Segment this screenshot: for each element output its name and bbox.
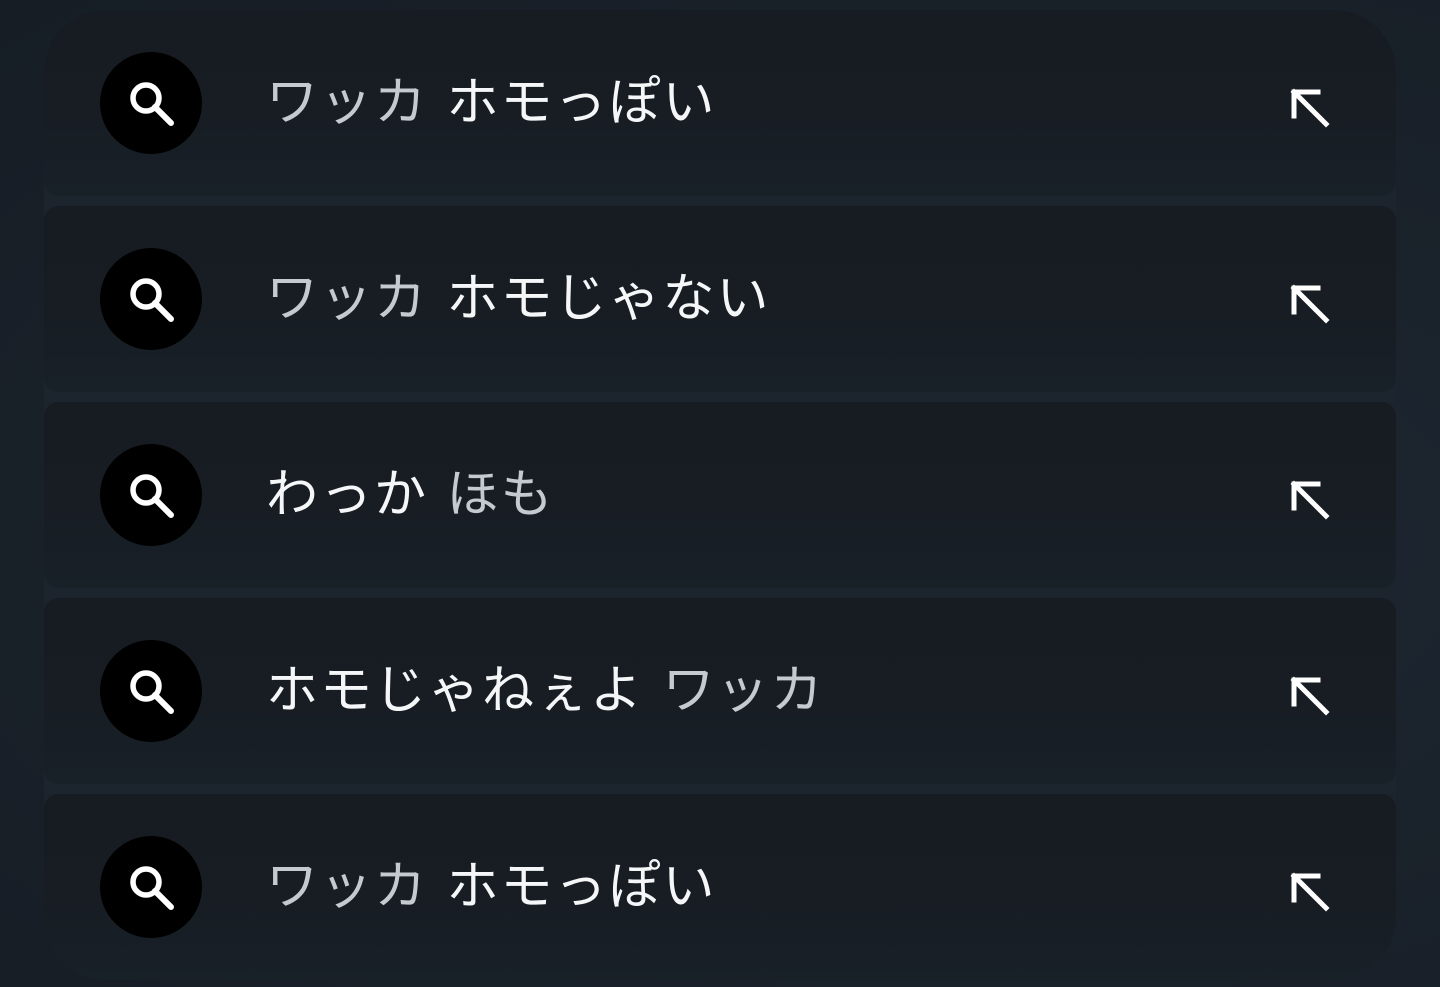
suggestion-row[interactable]: ホモじゃねぇよ ワッカ xyxy=(44,598,1396,784)
suggestion-row[interactable]: ワッカ ホモっぽい xyxy=(44,794,1396,980)
typed-query: ワッカ xyxy=(266,269,429,329)
suggested-completion: ホモっぽい xyxy=(446,857,717,917)
arrow-up-left-icon[interactable] xyxy=(1280,666,1336,722)
arrow-up-left-icon[interactable] xyxy=(1280,78,1336,134)
search-icon xyxy=(100,248,202,350)
suggestion-row[interactable]: ワッカ ホモっぽい xyxy=(44,10,1396,196)
search-icon xyxy=(100,52,202,154)
suggestion-text: ホモじゃねぇよ ワッカ xyxy=(266,656,825,726)
typed-query: ほも xyxy=(446,465,555,525)
search-icon xyxy=(100,444,202,546)
suggested-completion: ホモじゃねぇよ xyxy=(266,661,645,721)
search-suggestions-panel: ワッカ ホモっぽい ワッカ ホモじゃない わっか ほも ホモじゃねぇよ ワッカ … xyxy=(44,10,1396,980)
search-icon xyxy=(100,640,202,742)
arrow-up-left-icon[interactable] xyxy=(1280,274,1336,330)
suggestion-text: ワッカ ホモじゃない xyxy=(266,264,771,334)
suggestion-row[interactable]: わっか ほも xyxy=(44,402,1396,588)
arrow-up-left-icon[interactable] xyxy=(1280,470,1336,526)
suggested-completion: ホモじゃない xyxy=(446,269,771,329)
search-icon xyxy=(100,836,202,938)
typed-query: ワッカ xyxy=(662,661,825,721)
arrow-up-left-icon[interactable] xyxy=(1280,862,1336,918)
typed-query: ワッカ xyxy=(266,857,429,917)
suggested-completion: わっか xyxy=(266,465,429,525)
suggestion-row[interactable]: ワッカ ホモじゃない xyxy=(44,206,1396,392)
suggestion-text: わっか ほも xyxy=(266,460,555,530)
typed-query: ワッカ xyxy=(266,73,429,133)
suggested-completion: ホモっぽい xyxy=(446,73,717,133)
suggestion-text: ワッカ ホモっぽい xyxy=(266,68,717,138)
suggestion-text: ワッカ ホモっぽい xyxy=(266,852,717,922)
